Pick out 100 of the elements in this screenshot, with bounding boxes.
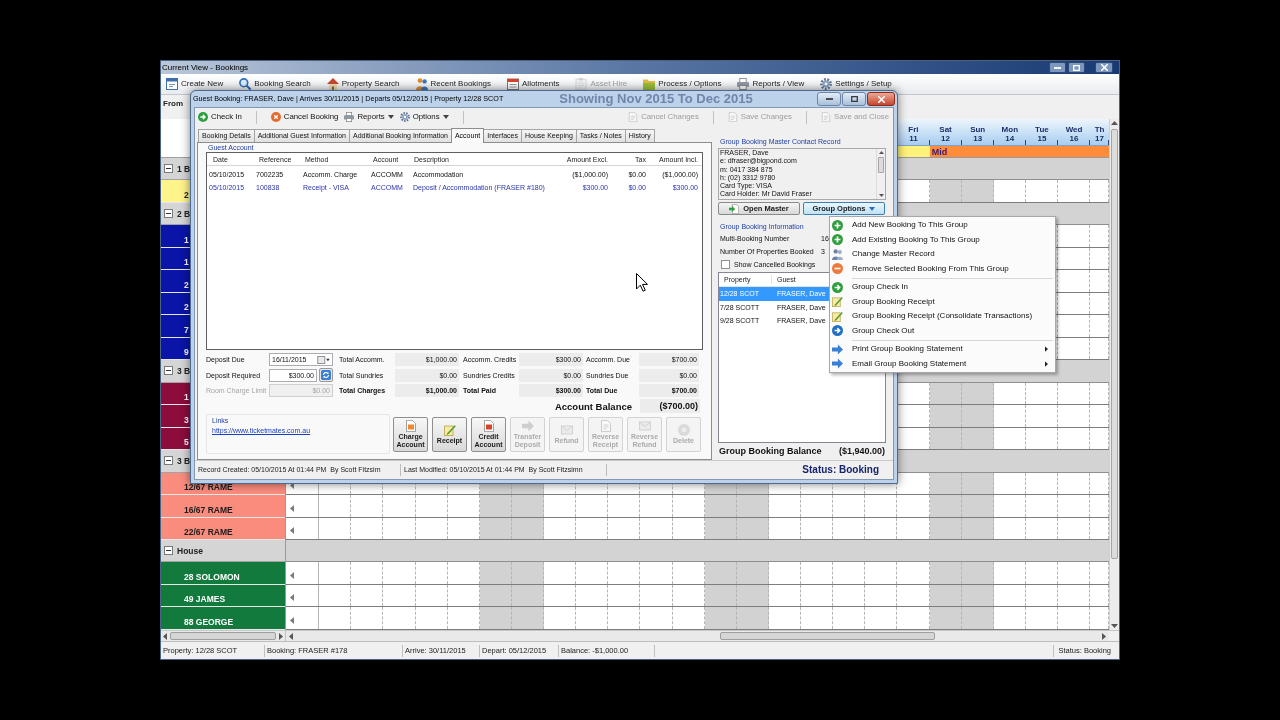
property-name: 2 — [184, 190, 189, 200]
gear-icon — [399, 112, 410, 122]
scroll-thumb[interactable] — [1111, 129, 1118, 559]
date-label: 11 — [909, 134, 918, 143]
property-row[interactable]: 28 SOLOMON — [161, 562, 285, 585]
vertical-scrollbar[interactable] — [876, 149, 885, 199]
property-name: 1 — [184, 258, 189, 268]
checkbox[interactable] — [721, 260, 730, 269]
arrow-icon — [521, 420, 534, 432]
weekday-label: Sun — [970, 125, 986, 134]
group-label: 2 B — [177, 208, 191, 219]
window-icon — [166, 77, 178, 90]
document-icon — [482, 420, 495, 432]
document-icon — [820, 112, 831, 122]
property-name: 3 — [184, 415, 189, 425]
property-row[interactable]: 49 JAMES — [161, 584, 285, 608]
scroll-thumb[interactable] — [878, 157, 884, 173]
date-label: 17 — [1095, 134, 1104, 143]
weekday-label: Th — [1094, 125, 1105, 134]
date-label: 12 — [941, 134, 950, 143]
property-name: 2 — [184, 303, 189, 313]
collapse-icon[interactable] — [164, 546, 173, 556]
document-icon — [404, 420, 417, 432]
toolbar-button[interactable]: Reports / View — [737, 77, 805, 90]
season-label: Mid — [931, 146, 948, 157]
date-label: 16 — [1069, 134, 1079, 143]
close-icon — [1100, 64, 1108, 71]
plus-circle-icon — [832, 234, 843, 246]
toolbar-button[interactable]: Settings / Setup — [820, 77, 892, 90]
date-label: 15 — [1037, 134, 1047, 143]
window-title: Current View - Bookings — [161, 62, 249, 73]
filter-label: From — [163, 99, 183, 109]
horizontal-scrollbar[interactable] — [161, 631, 286, 641]
scroll-up-icon — [1111, 121, 1118, 125]
toolbar-button[interactable]: Process / Options — [643, 77, 722, 90]
weekday-label: Fri — [908, 125, 919, 134]
menu-item[interactable]: Group Booking Receipt (Consolidate Transactions) — [830, 309, 1055, 324]
group-label: House — [177, 545, 203, 556]
group-label: 1 B — [177, 163, 191, 174]
weekday-label: Wed — [1065, 125, 1083, 134]
property-row[interactable]: 16/67 RAME — [161, 495, 285, 518]
menu-item[interactable]: Remove Selected Booking From This Group — [830, 261, 1055, 276]
menu-item[interactable]: Group Check In — [830, 280, 1055, 295]
property-name: 1 — [184, 393, 189, 403]
minimize-button[interactable] — [817, 92, 841, 106]
recalculate-button[interactable] — [319, 368, 333, 383]
menu-item[interactable]: Group Check Out — [830, 323, 1055, 338]
arrow-icon — [832, 343, 843, 355]
notepad-pencil-icon — [443, 424, 456, 436]
close-icon — [877, 95, 885, 103]
collapse-icon[interactable] — [164, 209, 173, 219]
house-icon — [326, 77, 339, 90]
property-name: 88 GEORGE — [184, 617, 234, 627]
property-row[interactable]: 22/67 RAME — [161, 517, 285, 540]
collapse-icon[interactable] — [164, 164, 173, 174]
weekday-label: Tue — [1035, 125, 1049, 134]
envelope-icon — [638, 420, 651, 432]
scroll-down-icon — [1111, 624, 1118, 628]
refresh-icon — [321, 370, 331, 381]
property-name: 12/67 RAME — [184, 483, 233, 493]
minimize-icon — [825, 98, 833, 100]
toolbar-button[interactable]: Create New — [166, 77, 224, 90]
toolbar-button[interactable]: Recent Bookings — [415, 77, 492, 90]
search-icon — [239, 77, 252, 90]
minimize-icon — [1054, 66, 1061, 69]
balance-value: ($700.00) — [640, 399, 700, 414]
property-name: 7 — [184, 325, 189, 335]
maximize-button[interactable] — [1068, 62, 1085, 73]
toolbar-button[interactable]: Booking Search — [239, 77, 311, 90]
menu-item[interactable]: Add Existing Booking To This Group — [830, 232, 1055, 247]
scroll-left-icon — [163, 632, 167, 640]
maximize-button[interactable] — [842, 92, 866, 106]
close-button[interactable] — [867, 92, 895, 106]
collapse-icon[interactable] — [164, 456, 173, 466]
property-name: 5 — [184, 438, 189, 448]
cancel-icon — [270, 112, 281, 122]
arrow-circle-icon — [832, 325, 843, 337]
gear-icon — [820, 77, 833, 90]
weekday-label: Sat — [939, 125, 952, 134]
people-icon — [415, 77, 428, 90]
property-row[interactable]: 88 GEORGE — [161, 607, 285, 630]
toolbar-button[interactable]: Allotments — [507, 77, 560, 90]
disc-icon — [677, 424, 690, 436]
menu-item[interactable]: Email Group Booking Statement — [830, 356, 1055, 371]
menu-item[interactable]: Print Group Booking Statement — [830, 342, 1055, 357]
horizontal-scrollbar[interactable] — [286, 631, 1109, 641]
scroll-thumb[interactable] — [720, 632, 935, 640]
menu-item[interactable]: Change Master Record — [830, 247, 1055, 262]
toolbar-button[interactable]: Property Search — [326, 77, 400, 90]
scroll-thumb[interactable] — [170, 632, 276, 640]
close-button[interactable] — [1095, 62, 1113, 73]
collapse-icon[interactable] — [164, 366, 173, 376]
balance-label: Group Booking Balance — [719, 445, 822, 457]
menu-item[interactable]: Add New Booking To This Group — [830, 218, 1055, 233]
balance-label: Account Balance — [554, 400, 632, 412]
maximize-icon — [850, 96, 858, 102]
property-name: 2 — [184, 280, 189, 290]
vertical-scrollbar[interactable] — [1109, 119, 1119, 630]
minimize-button[interactable] — [1049, 62, 1066, 73]
group-label: 3 B — [177, 365, 191, 376]
